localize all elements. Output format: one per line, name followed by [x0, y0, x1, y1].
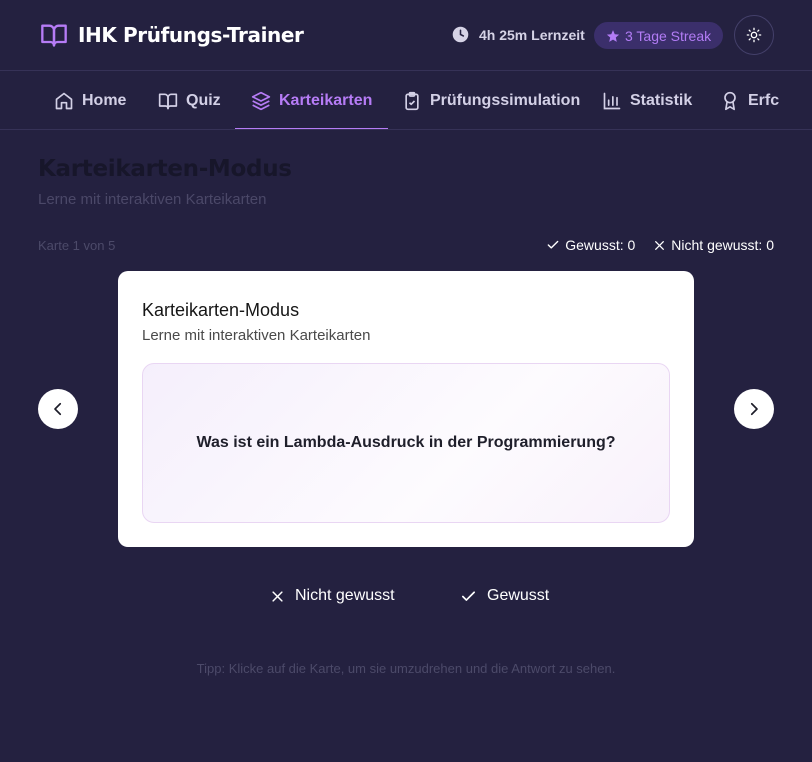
page-title: Karteikarten-Modus — [38, 156, 292, 182]
tab-pruefungssimulation-label: Prüfungssimulation — [430, 92, 581, 109]
main-nav: Home Quiz Karteikarten Prüfungssimulatio… — [0, 72, 812, 130]
star-icon — [606, 29, 620, 43]
theme-toggle-button[interactable] — [734, 15, 774, 55]
bar-chart-icon — [602, 91, 622, 111]
home-icon — [54, 91, 74, 111]
known-counter: Gewusst: 0 — [546, 237, 635, 253]
clock-icon — [452, 26, 469, 43]
unknown-counter: Nicht gewusst: 0 — [653, 237, 774, 253]
chevron-right-icon — [745, 400, 763, 418]
known-button[interactable]: Gewusst — [460, 584, 549, 608]
x-icon — [270, 589, 285, 604]
tab-statistik[interactable]: Statistik — [602, 72, 693, 129]
next-card-button[interactable] — [734, 389, 774, 429]
score-counters: Gewusst: 0 Nicht gewusst: 0 — [546, 237, 774, 253]
tab-erfolge-label: Erfc — [748, 92, 780, 109]
tab-karteikarten[interactable]: Karteikarten — [234, 72, 389, 129]
app-header: IHK Prüfungs-Trainer 4h 25m Lernzeit 3 T… — [0, 0, 812, 71]
card-count: Karte 1 von 5 — [38, 238, 116, 253]
card-title: Karteikarten-Modus — [142, 300, 300, 320]
tab-quiz-label: Quiz — [186, 92, 221, 109]
tab-pruefungssimulation[interactable]: Prüfungssimulation — [402, 72, 581, 129]
tab-karteikarten-label: Karteikarten — [279, 92, 373, 109]
tab-erfolge[interactable]: Erfc — [720, 72, 780, 129]
x-icon — [653, 239, 666, 252]
known-counter-label: Gewusst: 0 — [565, 237, 636, 253]
study-time-label: 4h 25m Lernzeit — [479, 26, 585, 43]
check-icon — [460, 588, 477, 605]
sun-icon — [746, 27, 762, 43]
page-subtitle: Lerne mit interaktiven Karteikarten — [38, 191, 267, 208]
tip-text: Tipp: Klicke auf die Karte, um sie umzud… — [196, 661, 616, 676]
previous-card-button[interactable] — [38, 389, 78, 429]
not-known-button[interactable]: Nicht gewusst — [270, 584, 395, 608]
layers-icon — [251, 91, 271, 111]
app-title: IHK Prüfungs-Trainer — [78, 23, 304, 47]
known-label: Gewusst — [487, 587, 550, 604]
clipboard-check-icon — [402, 91, 422, 111]
tab-statistik-label: Statistik — [630, 92, 693, 109]
award-icon — [720, 91, 740, 111]
streak-label: 3 Tage Streak — [625, 27, 712, 44]
tab-quiz[interactable]: Quiz — [158, 72, 221, 129]
flashcard[interactable]: Karteikarten-Modus Lerne mit interaktive… — [118, 271, 694, 547]
app-logo[interactable]: IHK Prüfungs-Trainer — [38, 19, 304, 51]
study-time: 4h 25m Lernzeit — [452, 26, 585, 43]
book-open-icon — [158, 91, 178, 111]
unknown-counter-label: Nicht gewusst: 0 — [671, 237, 774, 253]
check-icon — [546, 238, 560, 252]
tab-home-label: Home — [82, 92, 127, 109]
flashcard-face[interactable]: Was ist ein Lambda-Ausdruck in der Progr… — [142, 363, 670, 523]
card-subtitle: Lerne mit interaktiven Karteikarten — [142, 327, 371, 344]
not-known-label: Nicht gewusst — [295, 587, 395, 604]
book-open-icon — [38, 19, 70, 51]
chevron-left-icon — [49, 400, 67, 418]
tab-home[interactable]: Home — [54, 72, 127, 129]
streak-badge: 3 Tage Streak — [594, 22, 724, 49]
card-question: Was ist ein Lambda-Ausdruck in der Progr… — [196, 434, 616, 451]
